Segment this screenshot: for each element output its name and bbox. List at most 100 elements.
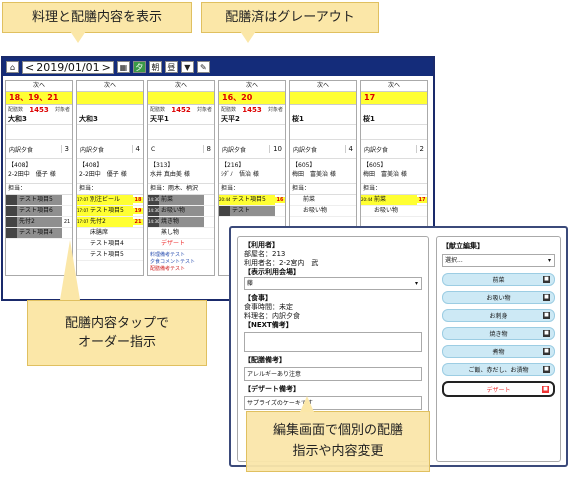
dish-row[interactable]: 床膳席 xyxy=(77,228,143,239)
callout-tail xyxy=(70,31,86,43)
dish-row[interactable]: テスト xyxy=(219,206,285,217)
dish-row[interactable]: テスト項目5 xyxy=(77,250,143,261)
lunch-button[interactable]: 昼 xyxy=(164,61,178,73)
dinner-button[interactable]: 夕 xyxy=(132,61,146,73)
staff-label: 担当： xyxy=(6,183,72,194)
callout-tail xyxy=(60,240,80,300)
breakfast-button[interactable]: 朝 xyxy=(148,61,162,73)
stat-label: 配膳数 xyxy=(8,107,24,113)
date-selector[interactable]: < 2019/01/01 > xyxy=(22,60,114,74)
meal-row[interactable]: 内訳夕食 3 xyxy=(6,139,72,158)
dish-row[interactable]: お吸い物 xyxy=(361,206,427,217)
guest-column[interactable]: 次へ 大和3 内訳夕食 4 【408】 2-2田中 優子 様担当： 17:07 別注ビール 1… xyxy=(76,80,144,276)
dish-name: 前菜 xyxy=(159,195,204,205)
menu-item-pill[interactable]: 煮物 ■ xyxy=(442,345,555,358)
chevron-down-icon: ▾ xyxy=(547,257,551,264)
serve-stats xyxy=(77,105,143,114)
serve-time: 17:07 xyxy=(77,217,89,227)
dish-row[interactable]: 20:44 テスト項目5 16 xyxy=(219,195,285,206)
meal-name: 内訳夕食 xyxy=(80,146,105,154)
dish-row[interactable]: 14:30 前菜 xyxy=(148,195,214,206)
menu-item-pill[interactable]: ご飯、赤だし、お漬物 ■ xyxy=(442,363,555,376)
next-link[interactable]: 次へ xyxy=(148,81,214,92)
delete-icon[interactable]: ■ xyxy=(543,366,550,373)
dish-row[interactable]: 14:30 焼き物 xyxy=(148,217,214,228)
dish-row[interactable]: 17:07 先付2 21 xyxy=(77,217,143,228)
dish-count: 17 xyxy=(417,197,427,203)
next-link[interactable]: 次へ xyxy=(77,81,143,92)
dish-name: テスト項目6 xyxy=(17,206,62,216)
meal-row[interactable]: 内訳夕食 2 xyxy=(361,139,427,158)
meal-count: 10 xyxy=(269,145,282,153)
next-link[interactable]: 次へ xyxy=(290,81,356,92)
staff-label: 担当： xyxy=(77,183,143,194)
dish-row[interactable]: テスト項目5 xyxy=(6,195,72,206)
serve-note-field[interactable]: アレルギーあり注意 xyxy=(244,367,422,381)
next-link[interactable]: 次へ xyxy=(219,81,285,92)
calendar-icon[interactable]: ▦ xyxy=(116,61,130,73)
callout-tail xyxy=(300,396,314,412)
delete-icon[interactable]: ■ xyxy=(543,276,550,283)
serve-time xyxy=(148,228,159,238)
prev-date-icon[interactable]: < xyxy=(25,61,34,74)
blank-row xyxy=(290,124,356,139)
delete-icon[interactable]: ■ xyxy=(543,312,550,319)
menu-item-pill[interactable]: お刺身 ■ xyxy=(442,309,555,322)
serve-stats: 配膳数 1452 対象者 xyxy=(148,105,214,114)
dish-row[interactable]: テスト項目4 xyxy=(6,228,72,239)
dish-count: 16 xyxy=(275,197,285,203)
edit-icon[interactable]: ✎ xyxy=(196,61,210,73)
dish-row[interactable]: 17:07 テスト項目5 19 xyxy=(77,206,143,217)
dish-list: 20:44 テスト項目5 16 テスト xyxy=(219,194,285,217)
guest-info: 【605】 梅田 富美治 様 xyxy=(290,158,356,183)
staff-label: 担当： xyxy=(361,183,427,194)
meal-row[interactable]: C8 xyxy=(148,139,214,158)
menu-item-pill[interactable]: お吸い物 ■ xyxy=(442,291,555,304)
delete-icon[interactable]: ■ xyxy=(543,330,550,337)
filter-icon[interactable]: ▼ xyxy=(180,61,194,73)
menu-item-label: お刺身 xyxy=(489,313,508,320)
serve-times: 16、20 xyxy=(219,92,285,105)
dish-row[interactable]: 20:44 前菜 17 xyxy=(361,195,427,206)
meal-row[interactable]: 内訳夕食 10 xyxy=(219,139,285,158)
dish-row[interactable]: 17:07 別注ビール 18 xyxy=(77,195,143,206)
dish-row[interactable]: お吸い物 xyxy=(290,206,356,217)
dish-row[interactable]: 先付2 21 xyxy=(6,217,72,228)
dish-row[interactable]: 蒸し物 xyxy=(148,228,214,239)
room-name: 大和3 xyxy=(8,115,27,123)
staff-label: 担当： xyxy=(219,183,285,194)
delete-icon[interactable]: ■ xyxy=(543,294,550,301)
dish-row[interactable]: 14:30 お吸い物 xyxy=(148,206,214,217)
dish-row[interactable]: テスト項目6 xyxy=(6,206,72,217)
blank-row xyxy=(219,124,285,139)
home-icon[interactable]: ⌂ xyxy=(6,61,19,73)
dish-row[interactable]: デザート xyxy=(148,239,214,250)
serve-times xyxy=(290,92,356,105)
blank-row xyxy=(361,124,427,139)
dessert-note-field[interactable]: サプライズのケーキです xyxy=(244,396,422,410)
delete-icon[interactable]: ■ xyxy=(542,385,549,393)
serve-stats xyxy=(290,105,356,114)
delete-icon[interactable]: ■ xyxy=(543,348,550,355)
serve-time xyxy=(6,206,17,216)
serve-time: 14:30 xyxy=(148,206,160,216)
next-link[interactable]: 次へ xyxy=(6,81,72,92)
next-link[interactable]: 次へ xyxy=(361,81,427,92)
menu-item-pill[interactable]: 前菜 ■ xyxy=(442,273,555,286)
dish-row[interactable]: 前菜 xyxy=(290,195,356,206)
menu-item-pill[interactable]: 焼き物 ■ xyxy=(442,327,555,340)
next-note-heading: 【NEXT備考】 xyxy=(244,321,293,329)
meal-row[interactable]: 内訳夕食 4 xyxy=(290,139,356,158)
guest-column[interactable]: 次へ 配膳数 1452 対象者 天平1 C 8 【313】 水井 真由美 様担当：雨木、柄沢 1… xyxy=(147,80,215,276)
meal-row[interactable]: 内訳夕食 4 xyxy=(77,139,143,158)
next-date-icon[interactable]: > xyxy=(102,61,111,74)
serve-count: 1453 xyxy=(242,105,262,114)
menu-item-pill[interactable]: デザート ■ xyxy=(442,381,555,397)
menu-select[interactable]: 選択... ▾ xyxy=(442,254,555,267)
venue-select[interactable]: 藤 ▾ xyxy=(244,277,422,290)
menu-item-label: 煮物 xyxy=(492,349,505,356)
note-line: 配膳備考テスト xyxy=(150,266,186,272)
dish-row[interactable]: テスト項目4 xyxy=(77,239,143,250)
next-note-field[interactable] xyxy=(244,332,422,352)
room-name: 部屋名：213 xyxy=(244,250,286,258)
